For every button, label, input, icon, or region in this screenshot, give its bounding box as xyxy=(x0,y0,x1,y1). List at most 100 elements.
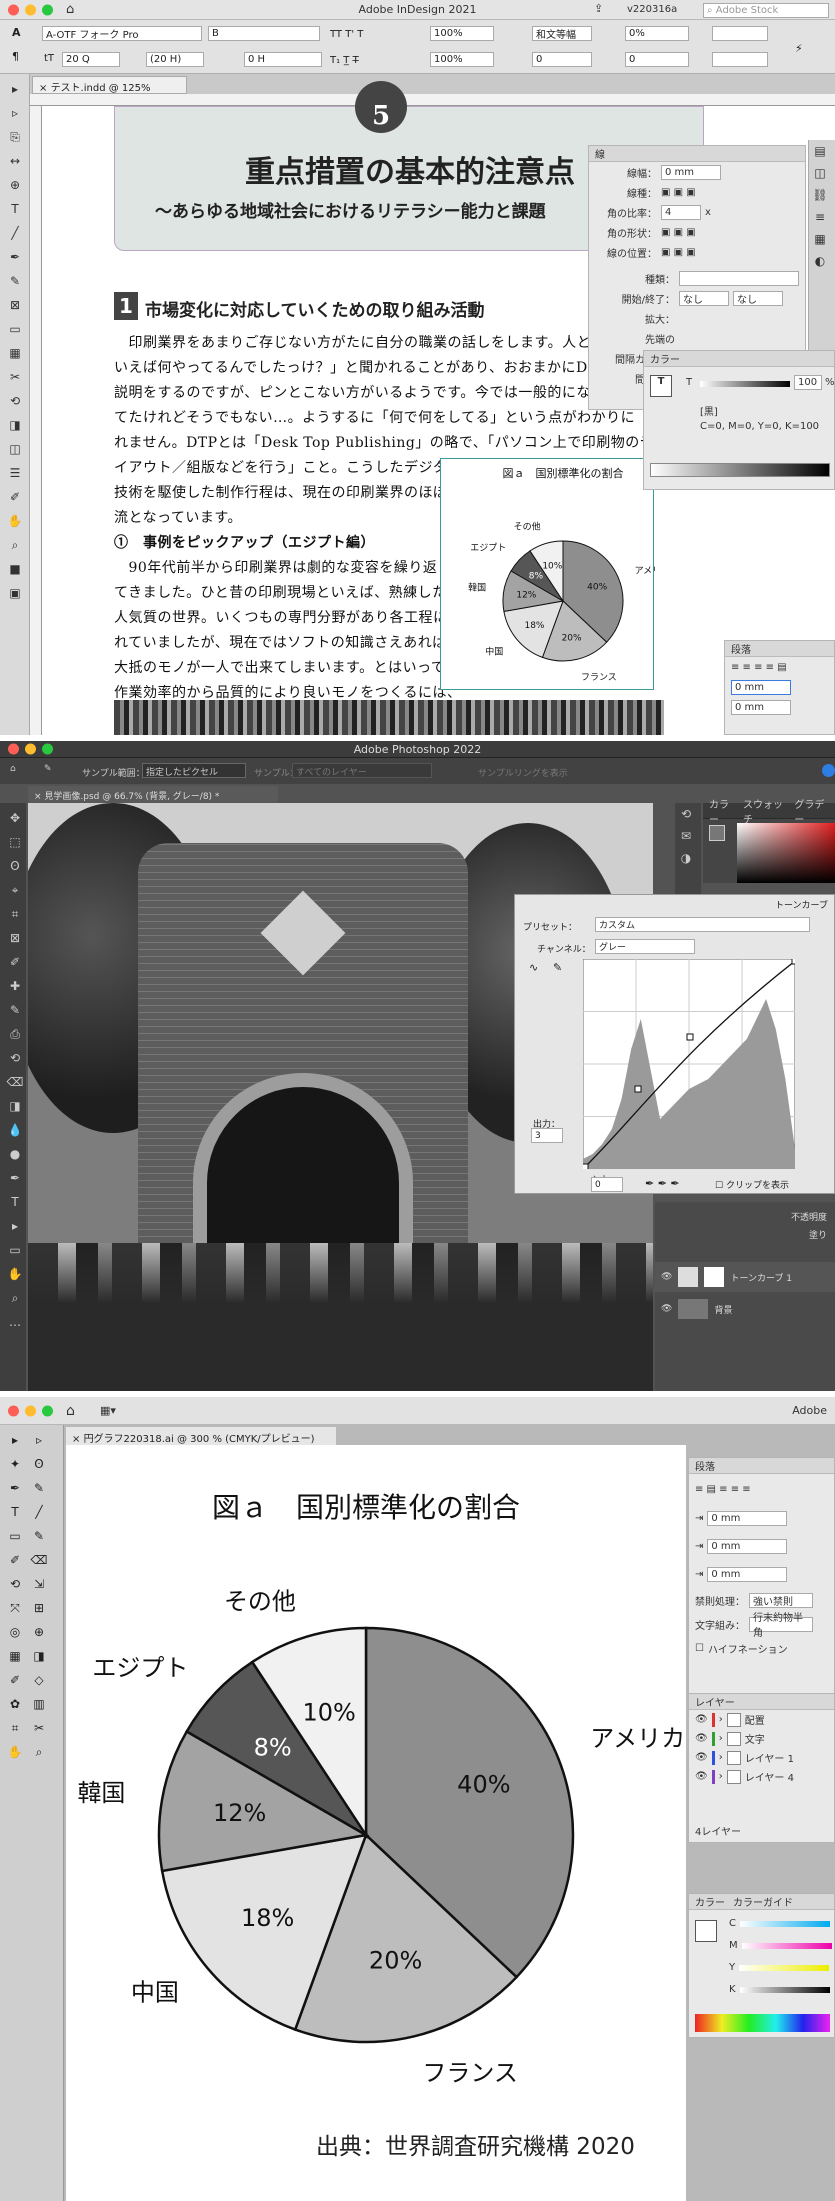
ps-zoom-button[interactable] xyxy=(42,743,53,755)
ai-indent-field-3[interactable]: 0 mm xyxy=(707,1566,788,1582)
indesign-chart-frame[interactable]: 図ａ 国別標準化の割合 40% アメリカ 20% フランス 18% 中国 12% 韓国 8% エジプ… xyxy=(440,458,670,690)
eye-icon[interactable]: 👁 xyxy=(695,1733,708,1744)
free-transform-icon[interactable]: ⟲ xyxy=(4,390,26,412)
channel-ramp[interactable] xyxy=(741,1942,832,1949)
slice-icon[interactable]: ✂ xyxy=(28,1717,50,1739)
ai-close-button[interactable] xyxy=(8,1405,19,1416)
warp-icon[interactable]: ⤧ xyxy=(4,1597,26,1619)
zoom-icon[interactable]: ⌕ xyxy=(4,534,26,556)
eyedroppers-icon[interactable]: ✒ ✒ ✒ xyxy=(645,1177,680,1190)
baseline-field[interactable]: 0 xyxy=(532,52,592,67)
crop-icon[interactable]: ⌗ xyxy=(4,903,26,925)
misc-field-2[interactable] xyxy=(712,52,768,67)
clip-checkbox[interactable]: ☐ クリップを表示 xyxy=(715,1178,789,1191)
content-collector-icon[interactable]: ⊕ xyxy=(4,174,26,196)
selection-icon[interactable]: ▸ xyxy=(4,1429,26,1451)
join-buttons[interactable]: ▣ ▣ ▣ xyxy=(661,227,696,238)
symbol-icon[interactable]: ✿ xyxy=(4,1693,26,1715)
curve-point[interactable] xyxy=(791,959,795,965)
mesh-icon[interactable]: ▦ xyxy=(4,1645,26,1667)
curvature-icon[interactable]: ✎ xyxy=(28,1477,50,1499)
ai-spectrum[interactable] xyxy=(695,2014,830,2032)
ps-doc-tab[interactable]: × 見学画像.psd @ 66.7% (背景, グレー/8) * xyxy=(28,786,278,803)
ps-fg-swatch[interactable] xyxy=(709,825,725,841)
right-indent-field[interactable]: 0 mm xyxy=(731,699,791,715)
font-size-field[interactable]: 20 Q xyxy=(62,52,120,67)
preview-mode-icon[interactable]: ▣ xyxy=(4,582,26,604)
curve-point[interactable] xyxy=(634,1085,642,1093)
eye-icon[interactable]: 👁 xyxy=(661,1304,672,1314)
tracking-field[interactable]: 0 H xyxy=(244,52,322,67)
leading-field[interactable]: (20 H) xyxy=(146,52,204,67)
hand-icon[interactable]: ✋ xyxy=(4,1741,26,1763)
rectangle-icon[interactable]: ▭ xyxy=(4,1525,26,1547)
line-icon[interactable]: ╱ xyxy=(4,222,26,244)
stroke-weight-field[interactable]: 0 mm xyxy=(661,164,721,180)
links-icon[interactable]: ⛓ xyxy=(809,184,831,206)
expand-icon[interactable]: › xyxy=(719,1733,723,1744)
pen-icon[interactable]: ✒ xyxy=(4,246,26,268)
graph-icon[interactable]: ▥ xyxy=(28,1693,50,1715)
eye-icon[interactable]: 👁 xyxy=(661,1272,672,1282)
eye-icon[interactable]: 👁 xyxy=(695,1714,708,1725)
char-align-field[interactable]: 和文等幅 xyxy=(532,26,592,41)
ai-doc-tab[interactable]: × 円グラフ220318.ai @ 300 % (CMYK/プレビュー) xyxy=(66,1427,336,1445)
curves-graph[interactable] xyxy=(583,959,795,1169)
layer-row-background[interactable]: 👁 背景 xyxy=(655,1294,835,1324)
font-family-field[interactable]: A-OTF フォーク Pro xyxy=(42,26,202,41)
vertical-scale-field[interactable]: 100% xyxy=(430,26,494,41)
ps-color-field[interactable] xyxy=(737,823,835,883)
gradient-feather-icon[interactable]: ◫ xyxy=(4,438,26,460)
rectangle-icon[interactable]: ▭ xyxy=(4,318,26,340)
path-select-icon[interactable]: ▸ xyxy=(4,1215,26,1237)
gradient-icon[interactable]: ◨ xyxy=(4,414,26,436)
ps-home-icon[interactable]: ⌂ xyxy=(10,764,16,774)
ai-indent-field-2[interactable]: 0 mm xyxy=(707,1538,788,1554)
ai-channel-slider[interactable]: M xyxy=(729,1940,832,1951)
ps-close-tab-icon[interactable]: × xyxy=(34,792,44,802)
document-tab[interactable]: × テスト.indd @ 125% xyxy=(32,76,187,94)
hand-icon[interactable]: ✋ xyxy=(4,510,26,532)
lightning-icon[interactable]: ⚡ xyxy=(795,42,803,55)
zoom-window-button[interactable] xyxy=(42,4,53,15)
expand-icon[interactable]: › xyxy=(719,1752,723,1763)
mojikumi-select[interactable]: 行末約物半角 xyxy=(749,1613,813,1639)
eyedropper-tool-icon[interactable]: ✎ xyxy=(44,764,52,774)
eye-icon[interactable]: 👁 xyxy=(695,1752,708,1763)
direct-select-icon[interactable]: ▹ xyxy=(4,102,26,124)
gap-icon[interactable]: ↔ xyxy=(4,150,26,172)
sampling-ring-checkbox[interactable]: サンプルリングを表示 xyxy=(478,766,568,779)
ps-minimize-button[interactable] xyxy=(25,743,36,755)
ps-adjust-icon[interactable]: ◑ xyxy=(675,847,697,869)
tint-field[interactable]: 100 xyxy=(794,375,822,390)
small-caps-icon[interactable]: T₁ T̲ T̶ xyxy=(330,55,359,66)
ai-channel-slider[interactable]: K xyxy=(729,1984,830,1995)
stroke-kind-select[interactable] xyxy=(679,270,799,286)
paragraph-mode-icon[interactable]: ¶ xyxy=(12,50,19,63)
type-icon[interactable]: T xyxy=(4,198,26,220)
ps-color-tab[interactable]: カラー xyxy=(709,796,735,826)
text-frame-icon[interactable]: A xyxy=(12,26,21,39)
zoom-icon[interactable]: ⌕ xyxy=(28,1741,50,1763)
pen-icon[interactable]: ✒ xyxy=(4,1167,26,1189)
ai-indent-field-1[interactable]: 0 mm xyxy=(707,1510,788,1526)
left-indent-field[interactable]: 0 mm xyxy=(731,679,791,695)
ai-close-tab-icon[interactable]: × xyxy=(72,1434,84,1445)
eye-icon[interactable]: 👁 xyxy=(695,1771,708,1782)
blend-icon[interactable]: ◇ xyxy=(28,1669,50,1691)
expand-icon[interactable]: › xyxy=(719,1714,723,1725)
channel-ramp[interactable] xyxy=(739,1964,830,1971)
stamp-icon[interactable]: ⎙ xyxy=(4,1023,26,1045)
color-icon[interactable]: ◐ xyxy=(809,250,831,272)
color-ramp[interactable] xyxy=(650,463,830,477)
ai-home-icon[interactable]: ⌂ xyxy=(66,1403,75,1419)
ai-zoom-button[interactable] xyxy=(42,1405,53,1416)
shape-icon[interactable]: ▭ xyxy=(4,1239,26,1261)
gradient-icon[interactable]: ◨ xyxy=(4,1095,26,1117)
pen-icon[interactable]: ✒ xyxy=(4,1477,26,1499)
start-select[interactable]: なし xyxy=(679,290,729,306)
scissors-icon[interactable]: ✂ xyxy=(4,366,26,388)
align-buttons[interactable]: ▣ ▣ ▣ xyxy=(661,247,696,258)
gradient-icon[interactable]: ◨ xyxy=(28,1645,50,1667)
eyedropper-icon[interactable]: ✐ xyxy=(4,951,26,973)
